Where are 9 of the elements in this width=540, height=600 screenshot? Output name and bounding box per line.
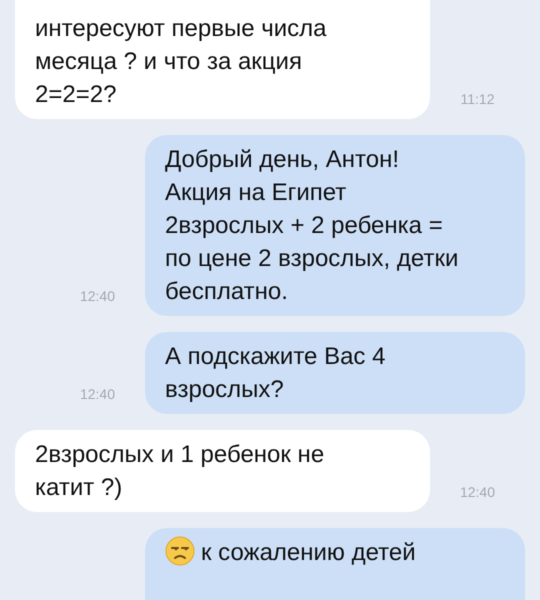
message-bubble: А подскажите Вас 4 взрослых?: [145, 332, 525, 414]
message-time: 11:12: [460, 91, 496, 109]
message-bubble: Добрый день, Антон! Акция на Египет 2взрослых + 2 ребенка = по цене 2 взрослых, детки бесплатно.: [145, 135, 525, 316]
message-time: 12:40: [78, 386, 116, 404]
message-bubble: к сожалению детей: [145, 528, 525, 600]
message-time: 12:40: [78, 288, 116, 306]
message-bubble: 2взрослых и 1 ребенок не катит ?): [15, 430, 430, 512]
message-bubble: интересуют первые числа месяца ? и что за акция 2=2=2?: [15, 0, 430, 119]
message-time: 12:40: [458, 484, 496, 502]
